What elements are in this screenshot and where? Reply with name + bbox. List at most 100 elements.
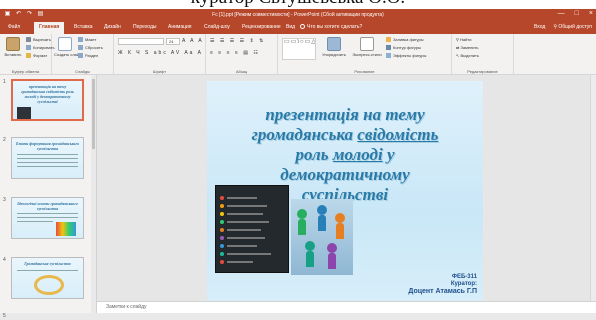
app-row (220, 244, 284, 248)
group-font: 24 A A A Ж К Ч S abc AV Aa A Шрифт (114, 34, 206, 75)
thumbnail-image (56, 222, 76, 236)
copy-button[interactable]: Копировать (26, 45, 55, 51)
find-button[interactable]: ⚲ Найти (456, 37, 471, 43)
editor-scrollbar[interactable] (590, 75, 596, 301)
app-window: куратор Євтушевська О.О. ▣ ↶ ↷ ▤ Fc [1].… (0, 0, 596, 320)
notes-pane[interactable]: Заметки к слайду (97, 301, 596, 313)
app-row (220, 204, 284, 208)
maximize-icon[interactable]: □ (575, 10, 579, 17)
tab-animations[interactable]: Анимация (168, 24, 191, 30)
app-row (220, 228, 284, 232)
people-network-image (291, 199, 353, 275)
layout-label: Макет (85, 37, 97, 42)
section-label: Раздел (85, 53, 99, 58)
copy-icon (26, 45, 31, 51)
close-icon[interactable]: × (589, 10, 593, 17)
tab-file[interactable]: Файл (8, 24, 20, 30)
person-icon (328, 253, 336, 269)
person-icon (298, 219, 306, 235)
thumbnail-number: 3 (3, 197, 6, 203)
tell-me-search[interactable]: Что вы хотите сделать? (300, 24, 362, 30)
status-bar: 5 (0, 313, 596, 320)
app-row (220, 196, 284, 200)
select-button[interactable]: ↖ Выделить (456, 53, 479, 59)
title-word-underlined: молоді (332, 145, 383, 164)
font-size-combo[interactable]: 24 (166, 38, 180, 45)
thumbnail-slide-4[interactable]: Громадянське суспільство (11, 257, 84, 299)
shape-effects-button[interactable]: Эффекты фигуры (386, 53, 426, 59)
effects-icon (386, 53, 391, 59)
font-grow-shrink[interactable]: A A A (182, 38, 204, 44)
share-label: Общий доступ (558, 24, 592, 30)
title-word: у (382, 145, 395, 164)
window-title: Fc [1].ppt [Режим совместимости] - Power… (212, 12, 384, 18)
title-word: роль (295, 145, 333, 164)
paragraph-row-2[interactable]: ≡ ≡ ≡ ≡ ▤ ☷ (210, 50, 260, 56)
tell-me-text: Что вы хотите сделать? (307, 24, 363, 30)
arrange-icon (327, 37, 341, 51)
layout-button[interactable]: Макет (78, 37, 96, 43)
format-painter-button[interactable]: Формат (26, 53, 47, 59)
thumbnail-text-line (17, 162, 78, 163)
title-word: громадянська (251, 125, 358, 144)
new-slide-button[interactable]: Создать слайд (54, 37, 82, 57)
thumbnail-slide-3[interactable]: Ідеологічні основи громадянського суспіл… (11, 197, 84, 239)
reset-button[interactable]: Сбросить (78, 45, 103, 51)
thumbnail-scrollbar[interactable] (91, 75, 96, 320)
share-button[interactable]: ⚲ Общий доступ (553, 24, 592, 30)
quick-styles-button[interactable]: Экспресс-стили (352, 37, 382, 57)
font-name-combo[interactable] (118, 38, 164, 45)
tab-transitions[interactable]: Переходы (133, 24, 156, 30)
thumbnail-title: презентація на тему громадянська свідомі… (21, 84, 74, 104)
notes-placeholder: Заметки к слайду (106, 304, 147, 310)
quick-styles-label: Экспресс-стили (352, 52, 382, 57)
shape-effects-label: Эффекты фигуры (393, 53, 427, 58)
section-button[interactable]: Раздел (78, 53, 98, 59)
thumbnail-number: 1 (3, 79, 6, 85)
shape-fill-button[interactable]: Заливка фигуры (386, 37, 424, 43)
shape-outline-button[interactable]: Контур фигуры (386, 45, 421, 51)
thumbnail-text-line (17, 217, 78, 218)
slide-number: 5 (3, 313, 6, 319)
thumbnail-slide-1[interactable]: презентація на тему громадянська свідомі… (11, 79, 84, 121)
thumbnail-scroll-thumb[interactable] (92, 79, 95, 149)
pencil-icon (386, 45, 391, 51)
tab-design[interactable]: Дизайн (104, 24, 121, 30)
new-slide-label: Создать слайд (54, 52, 82, 57)
reset-label: Сбросить (85, 45, 103, 50)
thumbnail-text-line (17, 213, 78, 214)
sign-in-link[interactable]: Вход (534, 24, 545, 30)
minimize-icon[interactable]: — (558, 10, 565, 17)
group-label-slides: Слайды (75, 69, 90, 74)
arrange-button[interactable]: Упорядочить (320, 37, 348, 57)
tab-slideshow[interactable]: Слайд-шоу (204, 24, 230, 30)
paragraph-row-1[interactable]: ☰ ☰ ☰ ☰ ⇕ ⇅ (210, 38, 265, 44)
tab-home[interactable]: Главная (34, 22, 65, 34)
replace-button[interactable]: ⇄ Заменить (456, 45, 478, 51)
app-row (220, 260, 284, 264)
group-label-editing: Редактирование (467, 69, 498, 74)
group-label-font: Шрифт (152, 69, 167, 74)
tab-review[interactable]: Рецензирование (242, 24, 281, 30)
app-row (220, 236, 284, 240)
thumbnail-slide-2[interactable]: Етапи формування громадянського суспільс… (11, 137, 84, 179)
font-format-buttons[interactable]: Ж К Ч S abc AV Aa A (118, 50, 203, 56)
cut-button[interactable]: Вырезать (26, 37, 51, 43)
thumbnail-number: 2 (3, 137, 6, 143)
app-row (220, 252, 284, 256)
tab-view[interactable]: Вид (286, 24, 295, 30)
shape-outline-label: Контур фигуры (393, 45, 421, 50)
shapes-gallery[interactable]: ▭▭\○▭△⌐⌐⟨⌐▷☆{ (282, 38, 316, 60)
find-label: Найти (460, 37, 472, 42)
ribbon-tabs: Файл Главная Вставка Дизайн Переходы Ани… (0, 21, 596, 34)
tab-insert[interactable]: Вставка (74, 24, 93, 30)
person-icon (336, 223, 344, 239)
lightbulb-icon (300, 24, 305, 30)
current-slide[interactable]: презентація на тему громадянська свідомі… (207, 81, 483, 301)
caption-text: куратор Євтушевська О.О. (0, 0, 596, 9)
person-icon (327, 243, 337, 253)
paste-button[interactable]: Вставить (2, 37, 24, 57)
person-icon (335, 213, 345, 223)
author-info[interactable]: ФЕБ-311 Куратор: Доцент Атамась Г.П (408, 274, 477, 295)
social-network-image (215, 185, 289, 273)
